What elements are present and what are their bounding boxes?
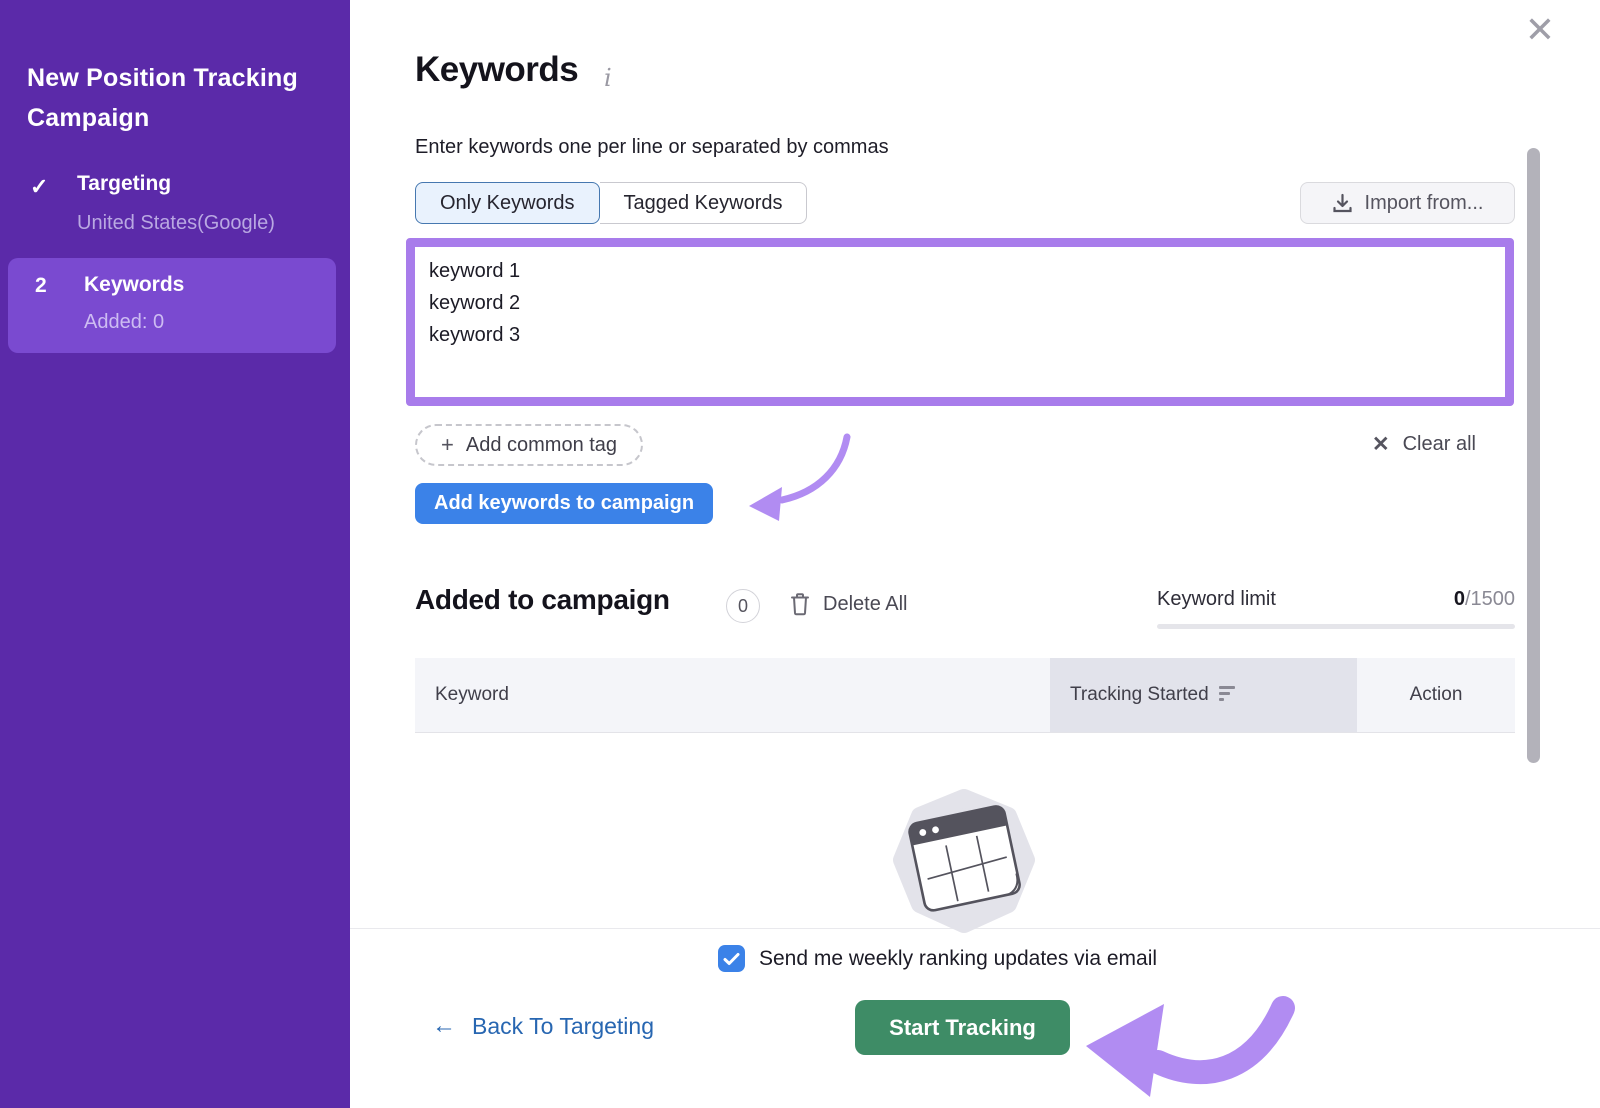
step-targeting-label: Targeting <box>77 172 172 195</box>
tab-tagged-keywords[interactable]: Tagged Keywords <box>599 182 808 224</box>
arrow-to-start-tracking-button <box>1086 996 1295 1097</box>
email-updates-row: Send me weekly ranking updates via email <box>718 945 1157 972</box>
delete-all-button[interactable]: Delete All <box>790 592 908 616</box>
column-tracking-started[interactable]: Tracking Started <box>1050 658 1357 732</box>
wizard-sidebar: New Position Tracking Campaign ✓ Targeti… <box>0 0 350 1108</box>
checkmark-icon <box>723 952 740 965</box>
keyword-limit-total: /1500 <box>1464 588 1515 610</box>
add-keywords-to-campaign-button[interactable]: Add keywords to campaign <box>415 483 714 524</box>
tracking-started-label: Tracking Started <box>1070 684 1209 705</box>
keywords-tab-group: Only Keywords Tagged Keywords <box>415 182 808 224</box>
tab-only-keywords[interactable]: Only Keywords <box>415 182 600 224</box>
column-action: Action <box>1409 684 1463 705</box>
keyword-limit-value: 0/1500 <box>1315 588 1515 611</box>
keyword-limit-label: Keyword limit <box>1157 588 1276 610</box>
wizard-title: New Position Tracking Campaign <box>27 64 298 132</box>
position-tracking-modal: New Position Tracking Campaign ✓ Targeti… <box>0 0 1600 1108</box>
import-from-label: Import from... <box>1364 191 1484 214</box>
start-tracking-button[interactable]: Start Tracking <box>855 1000 1070 1055</box>
page-title: Keywords <box>415 50 579 89</box>
step-keywords-number: 2 <box>35 274 47 297</box>
close-icon[interactable]: ✕ <box>1518 8 1562 52</box>
added-to-campaign-title: Added to campaign <box>415 584 670 615</box>
info-icon[interactable]: i <box>604 64 612 92</box>
add-common-tag-button[interactable]: + Add common tag <box>415 424 644 466</box>
back-to-targeting-link[interactable]: ← Back To Targeting <box>432 1012 654 1040</box>
trash-icon <box>791 593 809 616</box>
sidebar-step-keywords[interactable]: 2 Keywords Added: 0 <box>8 258 336 353</box>
sort-icon <box>1218 686 1235 704</box>
back-arrow-icon: ← <box>432 1012 456 1039</box>
keywords-textarea[interactable]: keyword 1 keyword 2 keyword 3 <box>406 238 1514 406</box>
keyword-limit-progress-bar <box>1157 624 1515 629</box>
keywords-instruction: Enter keywords one per line or separated… <box>415 136 889 158</box>
clear-icon: ✕ <box>1372 433 1390 456</box>
arrow-to-add-keywords-button <box>749 433 851 521</box>
keywords-table-header: Keyword Tracking Started Action <box>415 658 1515 733</box>
import-from-button[interactable]: Import from... <box>1300 182 1515 224</box>
delete-all-label: Delete All <box>823 592 908 615</box>
empty-table-illustration <box>893 789 1035 933</box>
add-common-tag-label: Add common tag <box>465 433 618 456</box>
plus-icon: + <box>441 432 454 457</box>
clear-all-label: Clear all <box>1402 433 1476 455</box>
back-to-targeting-label: Back To Targeting <box>472 1012 654 1039</box>
step-keywords-label: Keywords <box>84 273 185 296</box>
added-count-badge: 0 <box>726 589 760 623</box>
keyword-limit-used: 0 <box>1453 588 1465 610</box>
email-updates-label: Send me weekly ranking updates via email <box>759 946 1158 970</box>
column-keyword: Keyword <box>435 684 509 705</box>
step-targeting-sublabel: United States(Google) <box>77 212 275 234</box>
step-keywords-sublabel: Added: 0 <box>84 311 165 333</box>
download-icon <box>1332 193 1352 212</box>
email-updates-checkbox[interactable] <box>718 945 745 972</box>
check-icon: ✓ <box>30 174 49 199</box>
scrollbar-thumb[interactable] <box>1527 148 1540 763</box>
clear-all-button[interactable]: ✕ Clear all <box>1372 432 1476 457</box>
